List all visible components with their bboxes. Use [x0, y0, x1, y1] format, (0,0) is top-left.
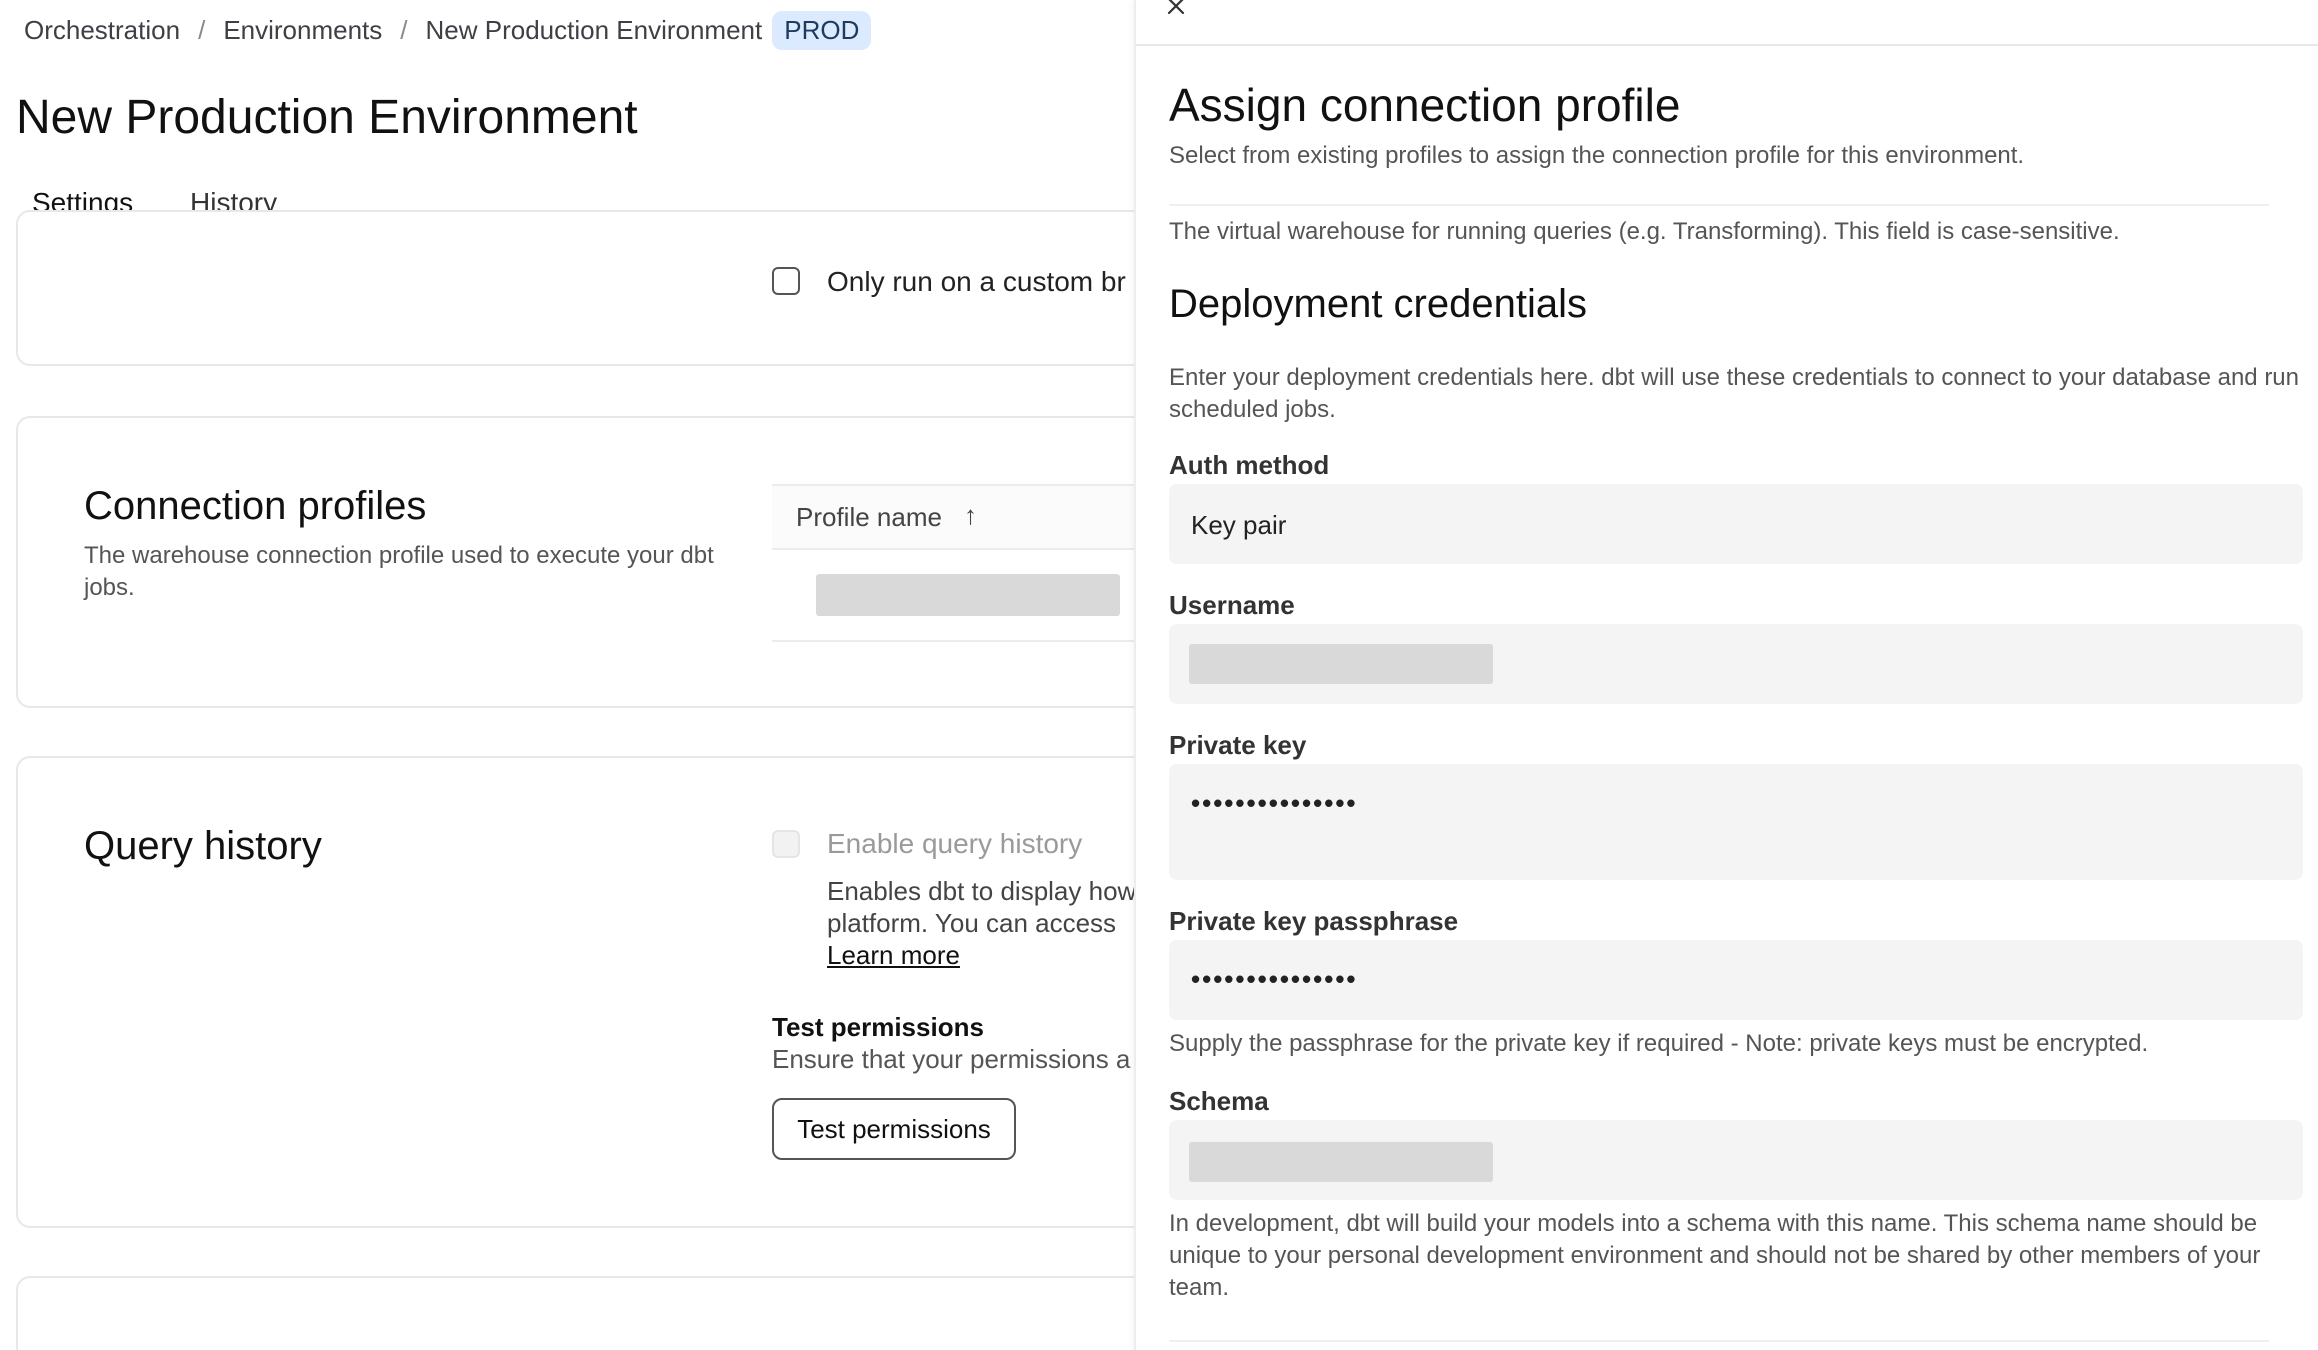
- profiles-table-header: Profile name ↑: [772, 484, 1134, 550]
- learn-more-link[interactable]: Learn more: [827, 940, 960, 971]
- environment-type-badge: PROD: [772, 10, 872, 50]
- page-title: New Production Environment: [16, 91, 638, 144]
- enable-query-history-label: Enable query history: [827, 828, 1083, 859]
- panel-title: Assign connection profile: [1169, 79, 1681, 131]
- panel-bottom-divider: [1169, 1340, 2269, 1342]
- username-label: Username: [1169, 590, 1295, 620]
- auth-method-value: Key pair: [1191, 510, 1287, 540]
- username-field[interactable]: [1169, 624, 2303, 704]
- enable-query-history-checkbox[interactable]: [772, 830, 800, 858]
- breadcrumb-separator: /: [400, 14, 408, 45]
- auth-method-label: Auth method: [1169, 450, 1330, 480]
- private-key-masked-value: •••••••••••••••: [1191, 788, 1358, 818]
- close-icon-glyph: [1167, 0, 1185, 15]
- environment-settings-page: Orchestration / Environments / New Produ…: [0, 0, 1134, 1350]
- profile-name-column-header[interactable]: Profile name: [796, 502, 942, 533]
- close-icon[interactable]: [1164, 0, 1188, 18]
- username-redacted: [1189, 644, 1493, 684]
- private-key-field[interactable]: •••••••••••••••: [1169, 764, 2303, 880]
- schema-redacted: [1189, 1142, 1493, 1182]
- deployment-credentials-title: Deployment credentials: [1169, 282, 1587, 326]
- private-key-passphrase-masked-value: •••••••••••••••: [1191, 964, 1358, 994]
- breadcrumb-orchestration[interactable]: Orchestration: [24, 15, 180, 46]
- panel-divider: [1169, 204, 2269, 206]
- connection-profiles-title: Connection profiles: [84, 484, 427, 528]
- deployment-credentials-description: Enter your deployment credentials here. …: [1169, 364, 2300, 423]
- test-permissions-description: Ensure that your permissions a: [772, 1044, 1131, 1074]
- custom-branch-label: Only run on a custom br: [827, 266, 1126, 297]
- schema-help-text: In development, dbt will build your mode…: [1169, 1210, 2261, 1301]
- passphrase-help-text: Supply the passphrase for the private ke…: [1169, 1030, 2149, 1057]
- next-settings-card: [16, 1276, 1134, 1350]
- enable-query-history-description: Enables dbt to display how: [827, 876, 1134, 906]
- auth-method-select[interactable]: Key pair: [1169, 484, 2303, 564]
- assign-connection-profile-panel: Assign connection profile Select from ex…: [1134, 0, 2318, 1350]
- test-permissions-button[interactable]: Test permissions: [772, 1098, 1016, 1160]
- breadcrumb-current: New Production Environment: [425, 14, 763, 45]
- query-history-title: Query history: [84, 824, 322, 868]
- breadcrumb: Orchestration / Environments / New Produ…: [24, 10, 872, 50]
- table-row[interactable]: [772, 548, 1134, 642]
- enable-query-history-description-2: platform. You can access: [827, 908, 1117, 938]
- private-key-passphrase-field[interactable]: •••••••••••••••: [1169, 940, 2303, 1020]
- panel-subtitle: Select from existing profiles to assign …: [1169, 142, 2025, 169]
- schema-label: Schema: [1169, 1086, 1269, 1116]
- connection-profiles-description: The warehouse connection profile used to…: [84, 542, 714, 601]
- warehouse-help-text: The virtual warehouse for running querie…: [1169, 218, 2120, 245]
- sort-ascending-icon[interactable]: ↑: [964, 500, 977, 531]
- connection-profiles-card: Connection profiles The warehouse connec…: [16, 416, 1134, 708]
- breadcrumb-separator: /: [198, 14, 206, 45]
- query-history-card: Query history Enable query history Enabl…: [16, 756, 1134, 1228]
- custom-branch-card: Only run on a custom br: [16, 210, 1134, 366]
- breadcrumb-environments[interactable]: Environments: [223, 15, 382, 46]
- schema-field[interactable]: [1169, 1120, 2303, 1200]
- profile-name-redacted: [816, 574, 1120, 616]
- private-key-passphrase-label: Private key passphrase: [1169, 906, 1459, 936]
- private-key-label: Private key: [1169, 730, 1307, 760]
- test-permissions-title: Test permissions: [772, 1012, 984, 1042]
- custom-branch-checkbox[interactable]: [772, 267, 800, 295]
- panel-topbar: [1136, 0, 2318, 46]
